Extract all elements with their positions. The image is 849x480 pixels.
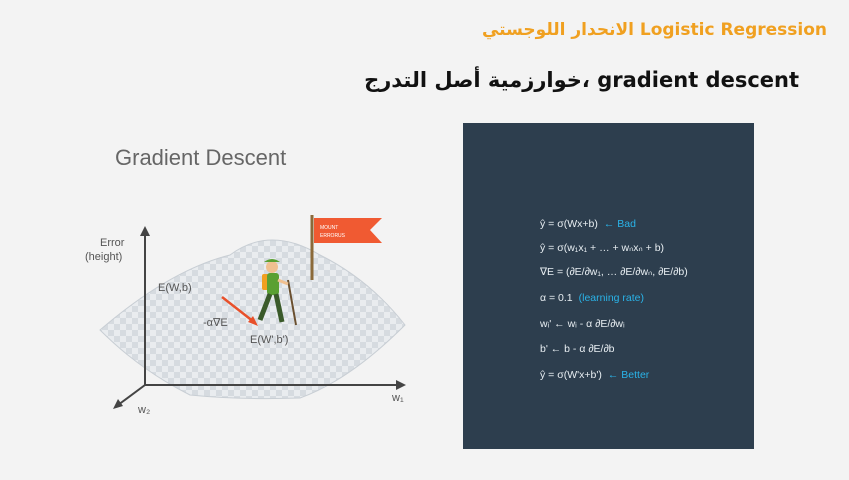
y-axis-label-error: Error [100, 237, 125, 249]
point-end-label: E(W',b') [250, 334, 289, 346]
equation-6: b' ← b - α ∂E/∂b [540, 343, 615, 355]
y-axis-label-height: (height) [85, 251, 123, 263]
equation-5: wᵢ' ← wᵢ - α ∂E/∂wᵢ [540, 318, 625, 330]
equation-4: α = 0.1 (learning rate) [540, 292, 645, 304]
flag-text-1: MOUNT [320, 225, 338, 231]
flag-text-2: ERRORUS [320, 233, 346, 239]
x-axis-w2 [117, 384, 146, 406]
equation-1: ŷ = σ(Wx+b) ← Bad [540, 218, 636, 230]
point-start-label: E(W,b) [158, 282, 192, 294]
step-label: -α∇E [203, 317, 228, 329]
equation-3: ∇E = (∂E/∂w₁, … ∂E/∂wₙ, ∂E/∂b) [540, 266, 688, 278]
axis-w2-label: w₂ [138, 404, 151, 416]
equations-panel: ŷ = σ(Wx+b) ← Bad ŷ = σ(w₁x₁ + … + wₙxₙ +… [463, 123, 754, 449]
equation-2: ŷ = σ(w₁x₁ + … + wₙxₙ + b) [540, 242, 665, 254]
equation-7: ŷ = σ(W'x+b') ← Better [540, 369, 650, 381]
axis-w1-label: w₁ [392, 392, 404, 404]
